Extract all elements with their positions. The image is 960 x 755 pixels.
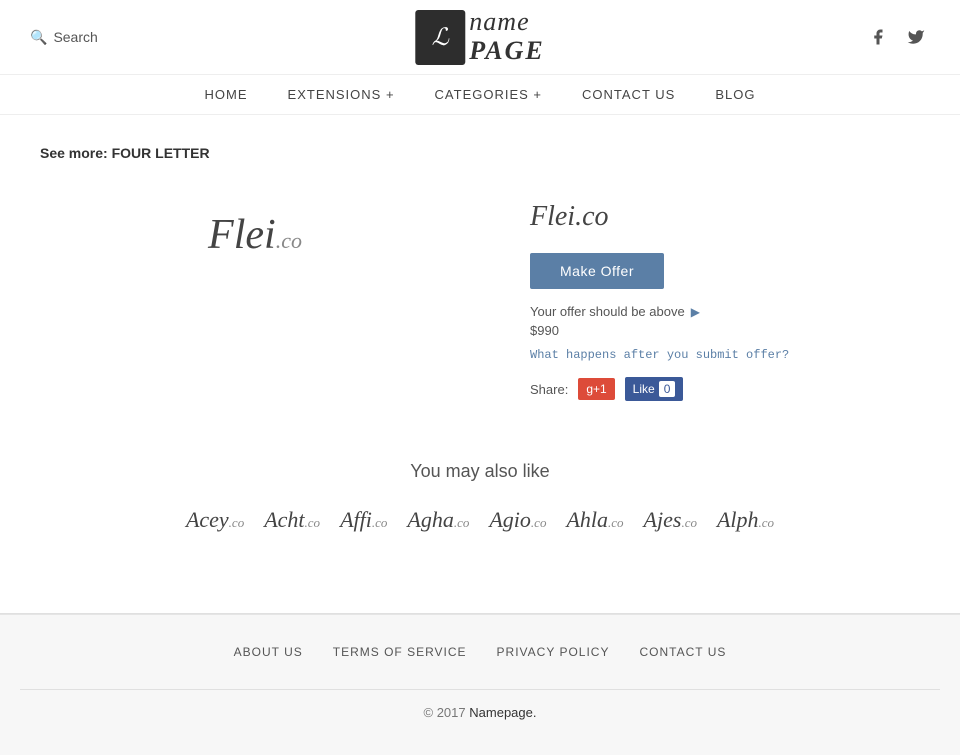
search-area[interactable]: 🔍 Search: [30, 29, 98, 46]
product-image: Flei.co: [40, 191, 470, 279]
also-like-section: You may also like Acey.co Acht.co Affi.c…: [40, 461, 920, 533]
logo-page: PAGE: [469, 37, 544, 66]
see-more-label: See more:: [40, 145, 108, 161]
product-logo-display: Flei.co: [208, 211, 302, 259]
domain-tld-1: .co: [305, 515, 321, 530]
make-offer-button[interactable]: Make Offer: [530, 253, 664, 289]
domain-item-alph[interactable]: Alph.co: [717, 507, 774, 533]
main-nav: HOME EXTENSIONS + CATEGORIES + CONTACT U…: [0, 75, 960, 115]
domain-item-acht[interactable]: Acht.co: [264, 507, 320, 533]
search-icon: 🔍: [30, 29, 47, 46]
footer-nav: ABOUT US TERMS OF SERVICE PRIVACY POLICY…: [20, 635, 940, 669]
product-area: Flei.co Flei.co Make Offer Your offer sh…: [40, 191, 920, 401]
product-info: Flei.co Make Offer Your offer should be …: [530, 191, 920, 401]
domain-name-2: Affi: [340, 507, 372, 532]
footer-link-terms[interactable]: TERMS OF SERVICE: [333, 645, 467, 659]
breadcrumb: See more: FOUR LETTER: [40, 145, 920, 161]
domain-tld-3: .co: [454, 515, 470, 530]
logo-text: name PAGE: [469, 8, 544, 65]
domain-name-1: Acht: [264, 507, 304, 532]
also-like-title: You may also like: [40, 461, 920, 482]
domain-item-ahla[interactable]: Ahla.co: [566, 507, 623, 533]
domain-tld-6: .co: [681, 515, 697, 530]
nav-item-blog[interactable]: BLOG: [715, 87, 755, 102]
footer-link-contact[interactable]: CONTACT US: [639, 645, 726, 659]
domain-name-4: Agio: [489, 507, 531, 532]
share-label: Share:: [530, 382, 568, 397]
nav-item-contact[interactable]: CONTACT US: [582, 87, 675, 102]
offer-note: Your offer should be above ▶: [530, 304, 920, 319]
facebook-like-button[interactable]: Like 0: [625, 377, 684, 401]
copyright-brand[interactable]: Namepage.: [469, 705, 536, 720]
domain-list: Acey.co Acht.co Affi.co Agha.co Agio.co …: [40, 507, 920, 533]
domain-name-5: Ahla: [566, 507, 608, 532]
logo-name: name: [469, 8, 544, 37]
domain-tld-4: .co: [531, 515, 547, 530]
fb-count: 0: [659, 381, 676, 397]
product-logo-tld: .co: [276, 228, 302, 253]
domain-tld-0: .co: [229, 515, 245, 530]
site-footer: ABOUT US TERMS OF SERVICE PRIVACY POLICY…: [0, 614, 960, 755]
twitter-icon[interactable]: [902, 23, 930, 51]
site-header: 🔍 Search ℒ name PAGE: [0, 0, 960, 75]
domain-name-7: Alph: [717, 507, 759, 532]
domain-item-agio[interactable]: Agio.co: [489, 507, 546, 533]
logo-icon-box: ℒ: [415, 10, 465, 65]
copyright-year: © 2017: [424, 705, 466, 720]
logo-icon-char: ℒ: [432, 23, 449, 52]
domain-item-acey[interactable]: Acey.co: [186, 507, 244, 533]
domain-tld-7: .co: [759, 515, 775, 530]
offer-amount: $990: [530, 323, 920, 338]
nav-item-categories[interactable]: CATEGORIES +: [435, 87, 542, 102]
domain-tld-2: .co: [372, 515, 388, 530]
domain-item-affi[interactable]: Affi.co: [340, 507, 387, 533]
offer-note-text: Your offer should be above: [530, 304, 685, 319]
product-title: Flei.co: [530, 201, 920, 233]
nav-item-home[interactable]: HOME: [205, 87, 248, 102]
social-icons: [864, 23, 930, 51]
what-happens-link[interactable]: What happens after you submit offer?: [530, 348, 920, 362]
search-label[interactable]: Search: [53, 29, 97, 45]
facebook-icon[interactable]: [864, 23, 892, 51]
domain-name-6: Ajes: [644, 507, 682, 532]
fb-like-label: Like: [633, 382, 655, 396]
footer-link-about[interactable]: ABOUT US: [234, 645, 303, 659]
product-logo-name: Flei: [208, 212, 276, 258]
gplus-button[interactable]: g+1: [578, 378, 614, 400]
nav-item-extensions[interactable]: EXTENSIONS +: [288, 87, 395, 102]
footer-copyright: © 2017 Namepage.: [20, 690, 940, 735]
domain-name-0: Acey: [186, 507, 229, 532]
domain-name-3: Agha: [407, 507, 453, 532]
footer-link-privacy[interactable]: PRIVACY POLICY: [497, 645, 610, 659]
offer-arrow-icon: ▶: [691, 305, 700, 319]
domain-item-agha[interactable]: Agha.co: [407, 507, 469, 533]
domain-item-ajes[interactable]: Ajes.co: [644, 507, 697, 533]
site-logo[interactable]: ℒ name PAGE: [415, 8, 544, 65]
share-area: Share: g+1 Like 0: [530, 377, 920, 401]
main-content: See more: FOUR LETTER Flei.co Flei.co Ma…: [0, 115, 960, 613]
breadcrumb-category[interactable]: FOUR LETTER: [112, 145, 210, 161]
domain-tld-5: .co: [608, 515, 624, 530]
